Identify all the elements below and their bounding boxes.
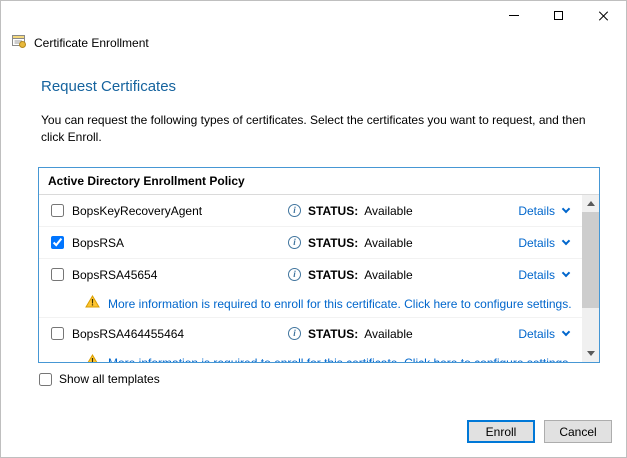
maximize-button[interactable] [536,1,581,30]
details-label: Details [518,236,555,250]
certificate-checkbox[interactable] [51,204,64,217]
certificate-checkbox[interactable] [51,268,64,281]
certificate-enrollment-window: Certificate Enrollment Request Certifica… [0,0,627,458]
certificate-name: BopsRSA45654 [72,268,288,282]
scrollbar-thumb[interactable] [582,212,599,308]
scrollbar-track[interactable] [582,212,599,345]
warning-icon: ! [85,295,100,313]
details-label: Details [518,268,555,282]
minimize-icon [509,15,519,16]
app-title: Certificate Enrollment [34,36,149,50]
certificate-checkbox[interactable] [51,327,64,340]
warning-text: More information is required to enroll f… [108,297,572,311]
warning-text: More information is required to enroll f… [108,356,572,363]
status-value: Available [364,204,412,218]
status-label: STATUS: [308,268,358,282]
details-link[interactable]: Details [518,327,569,341]
show-all-templates-checkbox[interactable] [39,373,52,386]
certificate-group: BopsKeyRecoveryAgent STATUS: Available D… [39,195,582,226]
details-link[interactable]: Details [518,204,569,218]
details-link[interactable]: Details [518,268,569,282]
scrollbar[interactable] [582,195,599,362]
scroll-down-icon [587,351,595,356]
certificate-name: BopsKeyRecoveryAgent [72,204,288,218]
scroll-down-button[interactable] [582,345,599,362]
status-label: STATUS: [308,327,358,341]
minimize-button[interactable] [491,1,536,30]
info-icon [288,204,301,217]
certificate-row[interactable]: BopsRSA45654 STATUS: Available Details [39,259,582,290]
certificate-row[interactable]: BopsKeyRecoveryAgent STATUS: Available D… [39,195,582,226]
details-link[interactable]: Details [518,236,569,250]
certificate-warning-link[interactable]: ! More information is required to enroll… [39,290,582,317]
close-icon [598,10,610,22]
scroll-up-icon [587,201,595,206]
chevron-down-icon [562,204,570,212]
chevron-down-icon [562,327,570,335]
info-icon [288,268,301,281]
maximize-icon [554,11,563,20]
certificate-group: BopsRSA STATUS: Available Details [39,226,582,258]
details-label: Details [518,327,555,341]
app-header: Certificate Enrollment [1,32,626,54]
content: Request Certificates You can request the… [1,78,626,443]
chevron-down-icon [562,236,570,244]
show-all-templates[interactable]: Show all templates [39,372,160,386]
titlebar [1,1,626,30]
certificate-checkbox[interactable] [51,236,64,249]
status-value: Available [364,327,412,341]
scroll-up-button[interactable] [582,195,599,212]
certificate-name: BopsRSA [72,236,288,250]
certificate-rows: BopsKeyRecoveryAgent STATUS: Available D… [39,195,582,362]
status-label: STATUS: [308,236,358,250]
certificate-list-body: BopsKeyRecoveryAgent STATUS: Available D… [39,195,599,362]
cancel-button[interactable]: Cancel [544,420,612,443]
enroll-button[interactable]: Enroll [467,420,535,443]
chevron-down-icon [562,268,570,276]
certificate-row[interactable]: BopsRSA STATUS: Available Details [39,227,582,258]
certificate-list: Active Directory Enrollment Policy BopsK… [38,167,600,363]
details-label: Details [518,204,555,218]
certificate-group: BopsRSA45654 STATUS: Available Details [39,258,582,317]
enrollment-policy-header: Active Directory Enrollment Policy [39,168,599,195]
info-icon [288,327,301,340]
certificate-name: BopsRSA464455464 [72,327,288,341]
status-value: Available [364,236,412,250]
info-icon [288,236,301,249]
svg-text:!: ! [91,356,94,362]
svg-text:!: ! [91,297,94,307]
close-button[interactable] [581,1,626,30]
page-title: Request Certificates [41,78,600,95]
footer-buttons: Enroll Cancel [38,420,612,443]
certificate-warning-link[interactable]: ! More information is required to enroll… [39,349,582,362]
warning-icon: ! [85,354,100,363]
certificate-enrollment-icon [11,33,27,54]
page-description: You can request the following types of c… [41,112,593,146]
certificate-group: BopsRSA464455464 STATUS: Available Detai… [39,317,582,362]
status-label: STATUS: [308,204,358,218]
show-all-templates-label: Show all templates [59,372,160,386]
status-value: Available [364,268,412,282]
certificate-row[interactable]: BopsRSA464455464 STATUS: Available Detai… [39,318,582,349]
